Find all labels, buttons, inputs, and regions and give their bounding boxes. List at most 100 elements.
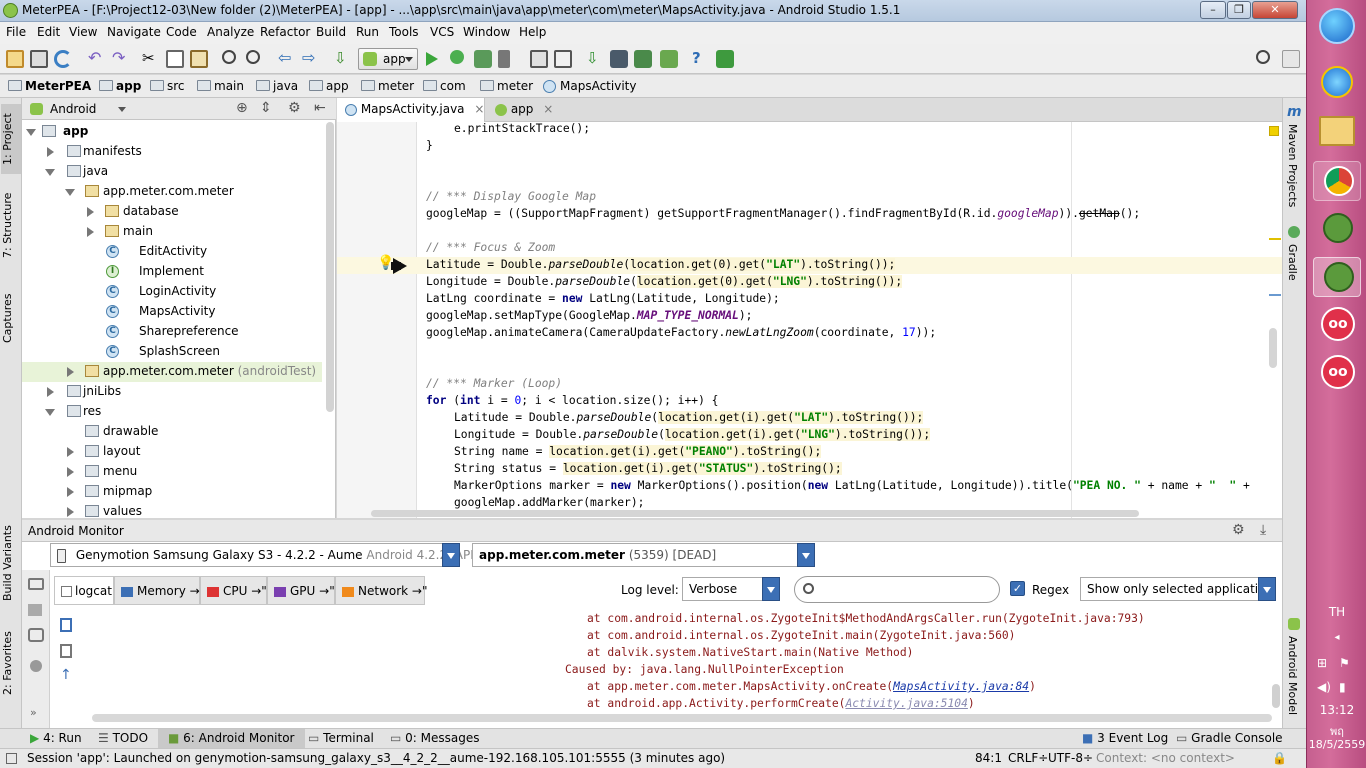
- maximize-button[interactable]: ❐: [1227, 1, 1251, 19]
- find-icon[interactable]: [222, 50, 236, 64]
- tab-maven-projects[interactable]: Maven Projects: [1286, 124, 1299, 207]
- menu-help[interactable]: Help: [519, 25, 546, 39]
- logcat-filter-select[interactable]: Show only selected application: [1080, 577, 1276, 601]
- tab-messages[interactable]: ▭ 0: Messages: [390, 731, 480, 745]
- regex-checkbox[interactable]: ✓: [1010, 581, 1025, 596]
- sdk-manager-icon[interactable]: [660, 50, 678, 68]
- file-explorer-icon[interactable]: [1319, 116, 1355, 146]
- tree-item[interactable]: main: [22, 222, 322, 242]
- attach-debugger-icon[interactable]: [498, 50, 510, 68]
- tab-structure[interactable]: 7: Structure: [1, 190, 21, 260]
- source-link[interactable]: Activity.java:5104: [845, 697, 967, 710]
- close-tab-icon[interactable]: ×: [474, 102, 484, 116]
- paste-icon[interactable]: [190, 50, 208, 68]
- menu-edit[interactable]: Edit: [37, 25, 60, 39]
- replace-icon[interactable]: [246, 50, 260, 64]
- tree-item[interactable]: C LoginActivity: [22, 282, 322, 302]
- power-icon[interactable]: ▮: [1339, 680, 1346, 694]
- tree-item[interactable]: layout: [22, 442, 322, 462]
- close-button[interactable]: ✕: [1252, 1, 1298, 19]
- caret-position[interactable]: 84:1: [975, 751, 1002, 765]
- tree-item[interactable]: app.meter.com.meter: [22, 182, 322, 202]
- screen-record-icon[interactable]: [28, 604, 42, 616]
- tab-todo[interactable]: ☰ TODO: [98, 731, 148, 745]
- action-center-icon[interactable]: ⚑: [1339, 656, 1350, 670]
- gradle-sync-icon[interactable]: ⇩: [586, 50, 604, 68]
- tree-item[interactable]: manifests: [22, 142, 322, 162]
- save-icon[interactable]: [30, 50, 48, 68]
- internet-explorer-icon[interactable]: [1321, 66, 1353, 98]
- gear-icon[interactable]: ⚙: [1232, 522, 1245, 538]
- tab-gpu[interactable]: GPU →": [267, 576, 335, 605]
- run-icon[interactable]: [426, 52, 438, 66]
- log-vertical-scrollbar[interactable]: [1272, 684, 1280, 708]
- taskbar-genymotion[interactable]: oo: [1313, 305, 1361, 345]
- network-tray-icon[interactable]: ⊞: [1317, 656, 1327, 670]
- tab-memory[interactable]: Memory →": [114, 576, 205, 605]
- tree-item[interactable]: app.meter.com.meter (androidTest): [22, 362, 322, 382]
- tree-item[interactable]: app: [22, 122, 322, 142]
- breadcrumb-meter[interactable]: meter: [361, 79, 414, 93]
- tab-event-log[interactable]: ■ 3 Event Log: [1082, 731, 1168, 745]
- breadcrumb-app-pkg[interactable]: app: [309, 79, 349, 93]
- menu-vcs[interactable]: VCS: [430, 25, 454, 39]
- tab-favorites[interactable]: 2: Favorites: [1, 628, 21, 698]
- tab-terminal[interactable]: ▭ Terminal: [308, 731, 374, 745]
- tree-item[interactable]: mipmap: [22, 482, 322, 502]
- help-icon[interactable]: ?: [692, 50, 710, 68]
- log-search-input[interactable]: [794, 576, 1000, 603]
- tab-project[interactable]: 1: Project: [1, 104, 21, 174]
- tree-item[interactable]: menu: [22, 462, 322, 482]
- volume-icon[interactable]: ◀): [1317, 680, 1331, 694]
- menu-refactor[interactable]: Refactor: [260, 25, 310, 39]
- system-info-icon[interactable]: [28, 628, 44, 642]
- scroll-to-end-icon[interactable]: [60, 644, 72, 658]
- project-view-select[interactable]: Android: [50, 102, 96, 116]
- android-device-icon[interactable]: [716, 50, 734, 68]
- tab-android-model[interactable]: Android Model: [1286, 636, 1299, 715]
- tree-item[interactable]: values: [22, 502, 322, 518]
- breadcrumb-src[interactable]: src: [150, 79, 185, 93]
- tab-app[interactable]: app ×: [487, 98, 555, 122]
- breadcrumb-mapsactivity[interactable]: MapsActivity: [543, 79, 636, 93]
- redo-icon[interactable]: ↷: [112, 50, 130, 68]
- cut-icon[interactable]: ✂: [142, 50, 160, 68]
- editor-horizontal-scrollbar[interactable]: [371, 510, 1139, 517]
- warning-marker[interactable]: [1269, 126, 1279, 136]
- menu-tools[interactable]: Tools: [389, 25, 419, 39]
- avd-manager-icon[interactable]: [634, 50, 652, 68]
- tab-captures[interactable]: Captures: [1, 288, 21, 348]
- input-language[interactable]: TH: [1307, 605, 1366, 619]
- tree-item[interactable]: C EditActivity: [22, 242, 322, 262]
- collapse-all-icon[interactable]: ⇕: [260, 100, 272, 116]
- taskbar-genymotion-2[interactable]: oo: [1313, 353, 1361, 393]
- project-structure-icon[interactable]: [530, 50, 548, 68]
- tab-build-variants[interactable]: Build Variants: [1, 518, 21, 608]
- tab-gradle[interactable]: Gradle: [1286, 244, 1299, 281]
- tree-item[interactable]: database: [22, 202, 322, 222]
- tab-network[interactable]: Network →": [335, 576, 428, 605]
- sync-icon[interactable]: [54, 50, 72, 68]
- line-separator[interactable]: CRLF÷: [1008, 751, 1048, 765]
- menu-build[interactable]: Build: [316, 25, 346, 39]
- menu-run[interactable]: Run: [356, 25, 379, 39]
- device-select[interactable]: Genymotion Samsung Galaxy S3 - 4.2.2 - A…: [50, 543, 493, 567]
- log-horizontal-scrollbar[interactable]: [92, 714, 1272, 722]
- tree-item[interactable]: I Implement: [22, 262, 322, 282]
- taskbar-android-studio-active[interactable]: [1313, 257, 1361, 297]
- close-tab-icon[interactable]: ×: [543, 102, 553, 116]
- breadcrumb-project[interactable]: MeterPEA: [8, 79, 91, 93]
- clock-time[interactable]: 13:12: [1307, 703, 1366, 717]
- menu-file[interactable]: File: [6, 25, 26, 39]
- breadcrumb-com[interactable]: com: [423, 79, 466, 93]
- tab-cpu[interactable]: CPU →": [200, 576, 267, 605]
- gear-icon[interactable]: ⚙: [288, 100, 301, 116]
- scroll-from-source-icon[interactable]: ⊕: [236, 100, 248, 116]
- debug-icon[interactable]: [450, 50, 464, 64]
- make-project-icon[interactable]: ⇩: [334, 50, 352, 68]
- menu-code[interactable]: Code: [166, 25, 197, 39]
- open-folder-icon[interactable]: [6, 50, 24, 68]
- terminate-icon[interactable]: [30, 660, 42, 672]
- project-scrollbar[interactable]: [326, 122, 334, 412]
- forward-icon[interactable]: ⇨: [302, 50, 320, 68]
